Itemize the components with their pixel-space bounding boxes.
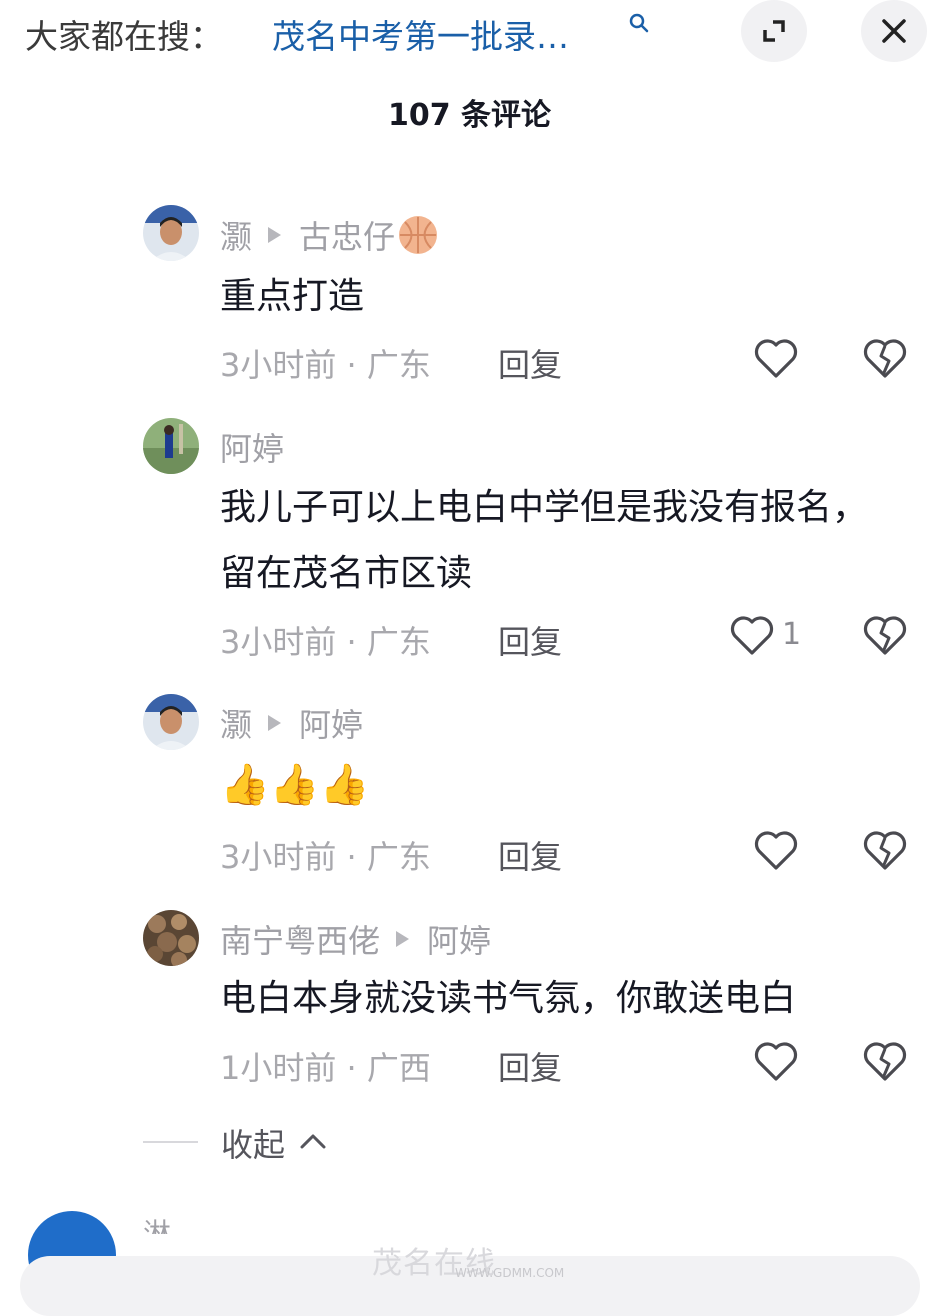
heart-icon[interactable] [729, 614, 775, 656]
author-name[interactable]: 灏 [220, 212, 252, 258]
chevron-up-icon[interactable] [298, 1130, 328, 1152]
broken-heart-icon[interactable] [862, 614, 908, 656]
reply-to-name[interactable]: 阿婷 [299, 700, 363, 746]
comment-meta: 3小时前 · 广东 [220, 623, 431, 661]
broken-heart-icon[interactable] [862, 829, 908, 871]
reply-button[interactable]: 回复 [498, 617, 562, 663]
reply-button[interactable]: 回复 [498, 1043, 562, 1089]
comment-meta: 3小时前 · 广东 [220, 346, 431, 384]
close-icon [882, 19, 906, 43]
reply-to-name[interactable]: 阿婷 [427, 916, 491, 962]
heart-icon[interactable] [753, 1040, 799, 1082]
top-search-bar: 大家都在搜： 茂名中考第一批录… [0, 0, 939, 64]
comment-author-line: 阿婷 [220, 424, 284, 470]
comment-text: 重点打造 [220, 276, 365, 317]
author-name[interactable]: 阿婷 [220, 424, 284, 470]
basketball-emoji-icon [399, 216, 438, 254]
search-suggestion-link[interactable]: 茂名中考第一批录… [272, 10, 569, 58]
broken-heart-icon[interactable] [862, 1040, 908, 1082]
reply-button[interactable]: 回复 [498, 340, 562, 386]
reply-to-name[interactable]: 古忠仔 [299, 212, 395, 258]
comment-author-line: 南宁粤西佬 阿婷 [220, 916, 491, 962]
next-comment-author[interactable]: 淋 [143, 1212, 171, 1234]
avatar[interactable] [143, 910, 199, 966]
heart-icon[interactable] [753, 337, 799, 379]
close-button[interactable] [861, 0, 927, 62]
heart-icon[interactable] [753, 829, 799, 871]
comment-meta: 3小时前 · 广东 [220, 838, 431, 876]
reply-arrow-icon [268, 715, 282, 731]
broken-heart-icon[interactable] [862, 337, 908, 379]
watermark-url: WWW.GDMM.COM [455, 1266, 565, 1280]
expand-icon [763, 20, 785, 42]
comment-text: 我儿子可以上电白中学但是我没有报名，留在茂名市区读 [220, 487, 869, 594]
search-icon[interactable] [628, 12, 650, 34]
avatar[interactable] [143, 418, 199, 474]
collapse-replies-button[interactable]: 收起 [221, 1120, 285, 1166]
author-name[interactable]: 南宁粤西佬 [220, 916, 380, 962]
comment-count-title: 107 条评论 [387, 98, 552, 133]
reply-button[interactable]: 回复 [498, 832, 562, 878]
reply-arrow-icon [268, 227, 282, 243]
comment-author-line: 灏 古忠仔 [220, 212, 438, 258]
author-name[interactable]: 灏 [220, 700, 252, 746]
avatar[interactable] [143, 694, 199, 750]
comment-author-line: 灏 阿婷 [220, 700, 363, 746]
comment-text: 电白本身就没读书气氛，你敢送电白 [220, 978, 797, 1019]
reply-arrow-icon [396, 931, 410, 947]
search-prefix: 大家都在搜： [25, 17, 223, 56]
comment-text: 👍👍👍 [220, 762, 370, 808]
collapse-divider [143, 1141, 198, 1143]
like-count: 1 [782, 617, 802, 652]
expand-button[interactable] [741, 0, 807, 62]
avatar[interactable] [143, 205, 199, 261]
comment-meta: 1小时前 · 广西 [220, 1049, 431, 1087]
